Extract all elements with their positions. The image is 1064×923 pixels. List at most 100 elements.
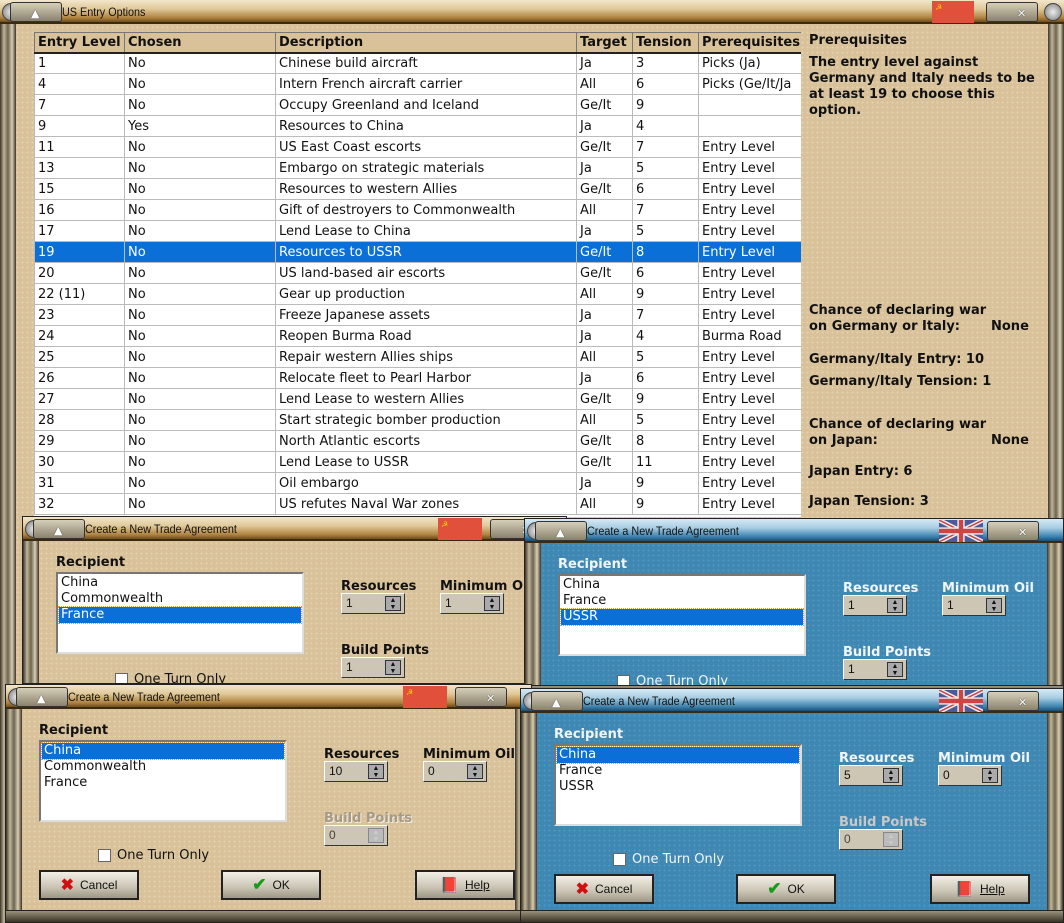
table-cell: Entry Level [698,241,801,263]
recipient-item[interactable]: France [42,775,284,791]
spinner-arrows-icon[interactable]: ▲ ▼ [484,596,500,611]
spinner-arrows-icon[interactable]: ▲ ▼ [385,596,401,611]
table-row[interactable]: 30 No Lend Lease to USSR Ge/It 11 Entry Level [34,451,801,473]
table-row[interactable]: 15 No Resources to western Allies Ge/It 6 Ent… [34,178,801,200]
recipient-list[interactable]: China France USSR [554,744,802,826]
table-row[interactable]: 4 No Intern French aircraft carrier All 6 Pic… [34,73,801,95]
table-cell: 27 [34,388,125,410]
recipient-list[interactable]: China Commonwealth France [56,572,304,654]
table-row[interactable]: 16 No Gift of destroyers to Commonwealth Al… [34,199,801,221]
table-cell: 7 [632,199,699,221]
build-points-spinner[interactable]: 1 ▲ ▼ [341,657,405,678]
close-button[interactable]: ✕ [987,521,1039,541]
dialog-frame-right [1047,543,1063,697]
minimize-button[interactable]: ▲ [535,521,587,541]
minimum-oil-spinner[interactable]: 1 ▲ ▼ [942,595,1006,616]
recipient-item[interactable]: France [561,593,803,609]
table-cell: Repair western Allies ships [275,346,577,368]
help-button[interactable]: 📕 Help [415,870,515,900]
recipient-item[interactable]: China [556,746,800,764]
resources-spinner[interactable]: 10 ▲ ▼ [324,761,388,782]
resources-value: 5 [844,768,851,782]
column-header[interactable]: Tension [632,32,699,54]
recipient-list[interactable]: China Commonwealth France [39,740,287,822]
spinner-arrows-icon[interactable]: ▲ ▼ [385,660,401,675]
table-row[interactable]: 22 (11) No Gear up production All 9 Entry Lev… [34,283,801,305]
one-turn-only-checkbox[interactable]: One Turn Only [613,852,724,867]
table-row[interactable]: 27 No Lend Lease to western Allies Ge/It 9 En… [34,388,801,410]
recipient-item[interactable]: China [561,577,803,593]
entry-options-table-container[interactable]: Entry Level Chosen Description Target Tensio… [34,32,801,517]
table-row[interactable]: 32 No US refutes Naval War zones All 9 Entry … [34,493,801,515]
ok-button[interactable]: ✔ OK [221,870,321,900]
resources-spinner[interactable]: 1 ▲ ▼ [843,595,907,616]
table-row[interactable]: 1 No Chinese build aircraft Ja 3 Picks (Ja) [34,52,801,74]
spinner-arrows-icon[interactable]: ▲ ▼ [982,768,998,783]
spinner-arrows-icon[interactable]: ▲ ▼ [368,764,384,779]
spinner-arrows-icon[interactable]: ▲ ▼ [467,764,483,779]
ok-button[interactable]: ✔ OK [736,874,836,904]
table-cell: 8 [632,241,699,263]
recipient-list[interactable]: China France USSR [558,574,806,656]
close-button[interactable]: ✕ [455,687,507,707]
table-row[interactable]: 11 No US East Coast escorts Ge/It 7 Entry Lev… [34,136,801,158]
help-button[interactable]: 📕 Help [930,874,1030,904]
checkbox-box[interactable] [613,853,626,866]
spinner-arrows-icon[interactable]: ▲ ▼ [883,768,899,783]
column-header[interactable]: Chosen [124,32,276,54]
spinner-arrows-icon[interactable]: ▲ ▼ [368,828,384,843]
recipient-item[interactable]: USSR [560,608,804,626]
table-row[interactable]: 7 No Occupy Greenland and Iceland Ge/It 9 [34,94,801,116]
checkbox-box[interactable] [98,849,111,862]
minimize-button[interactable]: ▲ [10,2,62,22]
column-header[interactable]: Prerequisites [698,32,801,54]
table-row[interactable]: 19 No Resources to USSR Ge/It 8 Entry Level [34,241,801,263]
table-row[interactable]: 17 No Lend Lease to China Ja 5 Entry Level [34,220,801,242]
build-points-spinner[interactable]: 0 ▲ ▼ [324,825,388,846]
one-turn-only-checkbox[interactable]: One Turn Only [98,848,209,863]
minimize-button[interactable]: ▲ [16,687,68,707]
minimum-oil-spinner[interactable]: 1 ▲ ▼ [440,593,504,614]
build-points-spinner[interactable]: 0 ▲ ▼ [839,829,903,850]
spinner-arrows-icon[interactable]: ▲ ▼ [887,662,903,677]
table-row[interactable]: 9 Yes Resources to China Ja 4 [34,115,801,137]
minimum-oil-value: 0 [428,764,435,778]
minimum-oil-spinner[interactable]: 0 ▲ ▼ [423,761,487,782]
table-row[interactable]: 23 No Freeze Japanese assets Ja 7 Entry Level [34,304,801,326]
table-row[interactable]: 24 No Reopen Burma Road Ja 4 Burma Road [34,325,801,347]
build-points-spinner[interactable]: 1 ▲ ▼ [843,659,907,680]
spinner-arrows-icon[interactable]: ▲ ▼ [883,832,899,847]
recipient-item[interactable]: Commonwealth [42,759,284,775]
table-row[interactable]: 20 No US land-based air escorts Ge/It 6 Entry… [34,262,801,284]
column-header[interactable]: Description [275,32,577,54]
table-cell: No [124,94,276,116]
recipient-item[interactable]: China [59,575,301,591]
minimum-oil-spinner[interactable]: 0 ▲ ▼ [938,765,1002,786]
minimize-button[interactable]: ▲ [531,691,583,711]
cancel-button[interactable]: ✖ Cancel [39,870,139,900]
close-button[interactable]: ✕ [987,691,1039,711]
table-row[interactable]: 13 No Embargo on strategic materials Ja 5 Ent… [34,157,801,179]
dialog-frame-left [23,541,39,695]
table-row[interactable]: 26 No Relocate fleet to Pearl Harbor Ja 6 Ent… [34,367,801,389]
recipient-item[interactable]: France [58,606,302,624]
recipient-item[interactable]: China [41,742,285,760]
spinner-arrows-icon[interactable]: ▲ ▼ [887,598,903,613]
table-row[interactable]: 25 No Repair western Allies ships All 5 Entry… [34,346,801,368]
recipient-item[interactable]: France [557,763,799,779]
close-button[interactable]: ✕ [986,2,1038,22]
recipient-item[interactable]: USSR [557,779,799,795]
table-row[interactable]: 31 No Oil embargo Ja 9 Entry Level [34,472,801,494]
column-header[interactable]: Target [576,32,633,54]
resources-spinner[interactable]: 1 ▲ ▼ [341,593,405,614]
resources-spinner[interactable]: 5 ▲ ▼ [839,765,903,786]
column-header[interactable]: Entry Level [34,32,125,54]
cancel-button[interactable]: ✖ Cancel [554,874,654,904]
spinner-arrows-icon[interactable]: ▲ ▼ [986,598,1002,613]
table-cell: 7 [632,304,699,326]
table-row[interactable]: 29 No North Atlantic escorts Ge/It 8 Entry Le… [34,430,801,452]
minimize-button[interactable]: ▲ [33,519,85,539]
table-cell: Entry Level [698,220,801,242]
table-row[interactable]: 28 No Start strategic bomber production All… [34,409,801,431]
recipient-item[interactable]: Commonwealth [59,591,301,607]
